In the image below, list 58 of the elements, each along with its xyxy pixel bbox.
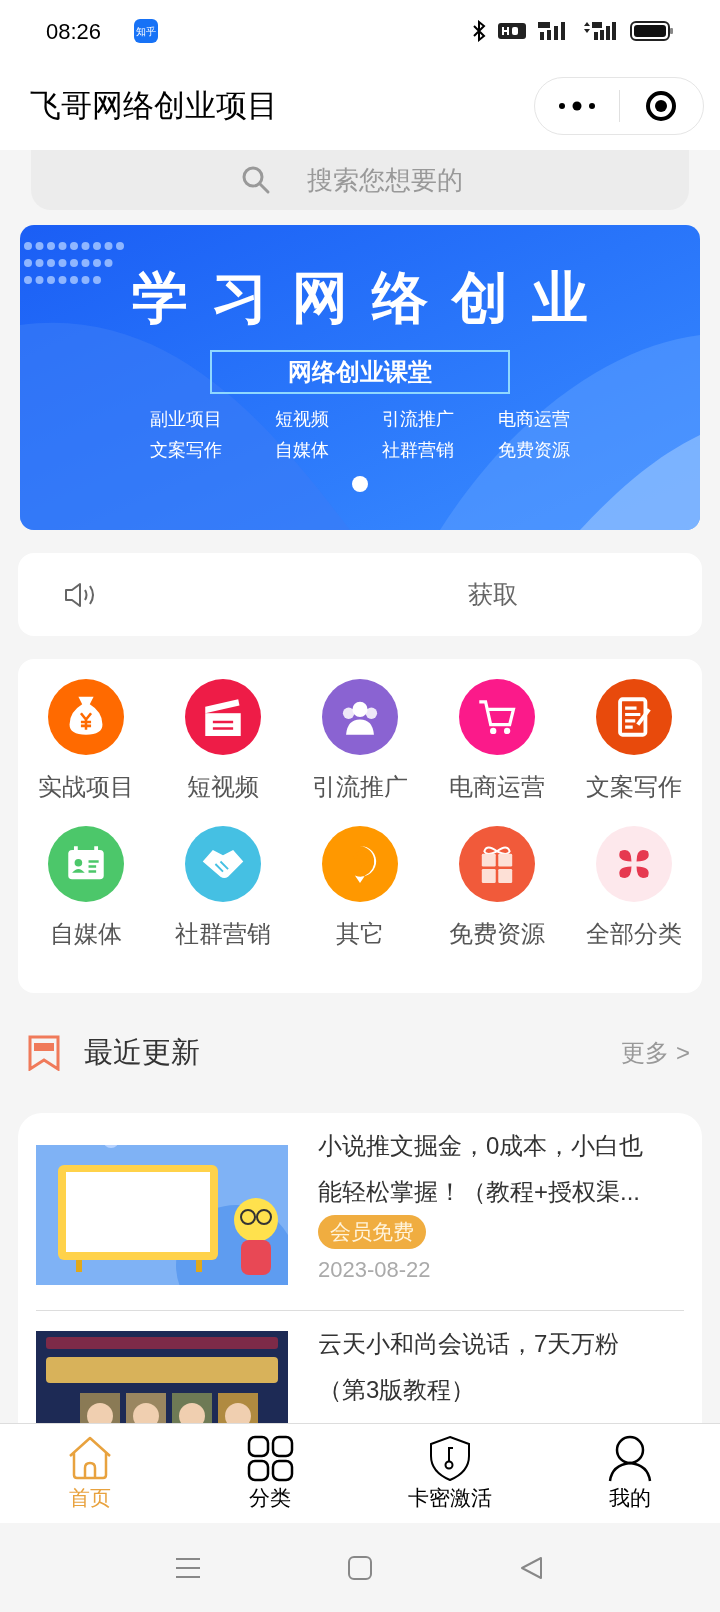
- category-label: 短视频: [187, 772, 260, 802]
- menu-icon[interactable]: [175, 1556, 201, 1579]
- post-title: 小说推文掘金，0成本，小白也能轻松掌握！（教程+授权渠...: [318, 1131, 645, 1207]
- signal-icon: [582, 20, 618, 42]
- post-item[interactable]: 小说推文掘金，0成本，小白也能轻松掌握！（教程+授权渠... 会员免费 2023-08-22: [36, 1123, 684, 1310]
- category-label: 免费资源: [448, 919, 545, 949]
- category-item[interactable]: 短视频: [154, 679, 292, 826]
- category-label: 文案写作: [585, 772, 682, 802]
- search-icon: [241, 165, 271, 195]
- category-item[interactable]: 其它: [291, 826, 429, 973]
- banner-tag: 文案写作: [150, 437, 222, 464]
- category-item[interactable]: 实战项目: [18, 679, 155, 826]
- more-icon: [557, 101, 596, 111]
- target-icon: [645, 90, 678, 122]
- category-item[interactable]: 全部分类: [565, 826, 702, 973]
- page-title: 飞哥网络创业项目: [30, 86, 278, 125]
- banner-tag: 免费资源: [498, 437, 570, 464]
- search-field[interactable]: 搜索您想要的: [31, 150, 689, 210]
- category-label: 全部分类: [585, 919, 682, 949]
- post-date: 2023-08-22: [318, 1256, 431, 1284]
- banner-tag: 电商运营: [498, 406, 570, 433]
- member-tag: 会员免费: [318, 1215, 426, 1249]
- category-item[interactable]: 引流推广: [291, 679, 429, 826]
- grid-icon: [246, 1433, 294, 1482]
- banner-title: 学习网络创业: [131, 270, 612, 326]
- category-label: 自媒体: [50, 919, 123, 949]
- banner-tag: 引流推广: [382, 406, 454, 433]
- home-button-icon[interactable]: [347, 1554, 373, 1581]
- category-label: 其它: [336, 919, 384, 949]
- category-item[interactable]: 免费资源: [428, 826, 566, 973]
- category-label: 电商运营: [448, 772, 545, 802]
- category-item[interactable]: 社群营销: [154, 826, 292, 973]
- banner-tag: 短视频: [266, 406, 338, 433]
- section-title: 最近更新: [84, 1035, 200, 1071]
- banner-tag: 副业项目: [150, 406, 222, 433]
- category-label: 引流推广: [312, 772, 408, 802]
- tab-item[interactable]: 卡密激活: [360, 1424, 540, 1523]
- speaker-icon: [64, 581, 96, 608]
- back-icon[interactable]: [519, 1554, 545, 1581]
- category-item[interactable]: 电商运营: [428, 679, 566, 826]
- category-item[interactable]: 文案写作: [565, 679, 702, 826]
- new-badge-icon: [28, 1035, 60, 1071]
- notice-text: 获取: [468, 578, 518, 610]
- status-time: 08:26: [46, 17, 102, 46]
- banner-subtitle: 网络创业课堂: [210, 350, 510, 394]
- banner-tag: 自媒体: [266, 437, 338, 464]
- banner-tag: 社群营销: [382, 437, 454, 464]
- tab-item[interactable]: 我的: [540, 1424, 720, 1523]
- category-label: 社群营销: [175, 919, 272, 949]
- post-title: 云天小和尚会说话，7天万粉（第3版教程）: [318, 1329, 621, 1405]
- bluetooth-icon: [472, 20, 486, 42]
- battery-icon: [630, 20, 674, 42]
- app-badge: 知乎: [134, 19, 159, 43]
- tab-item[interactable]: 分类: [180, 1424, 360, 1523]
- category-item[interactable]: 自媒体: [18, 826, 155, 973]
- person-icon: [606, 1433, 654, 1482]
- hd-icon: [498, 22, 526, 40]
- category-label: 实战项目: [38, 772, 135, 802]
